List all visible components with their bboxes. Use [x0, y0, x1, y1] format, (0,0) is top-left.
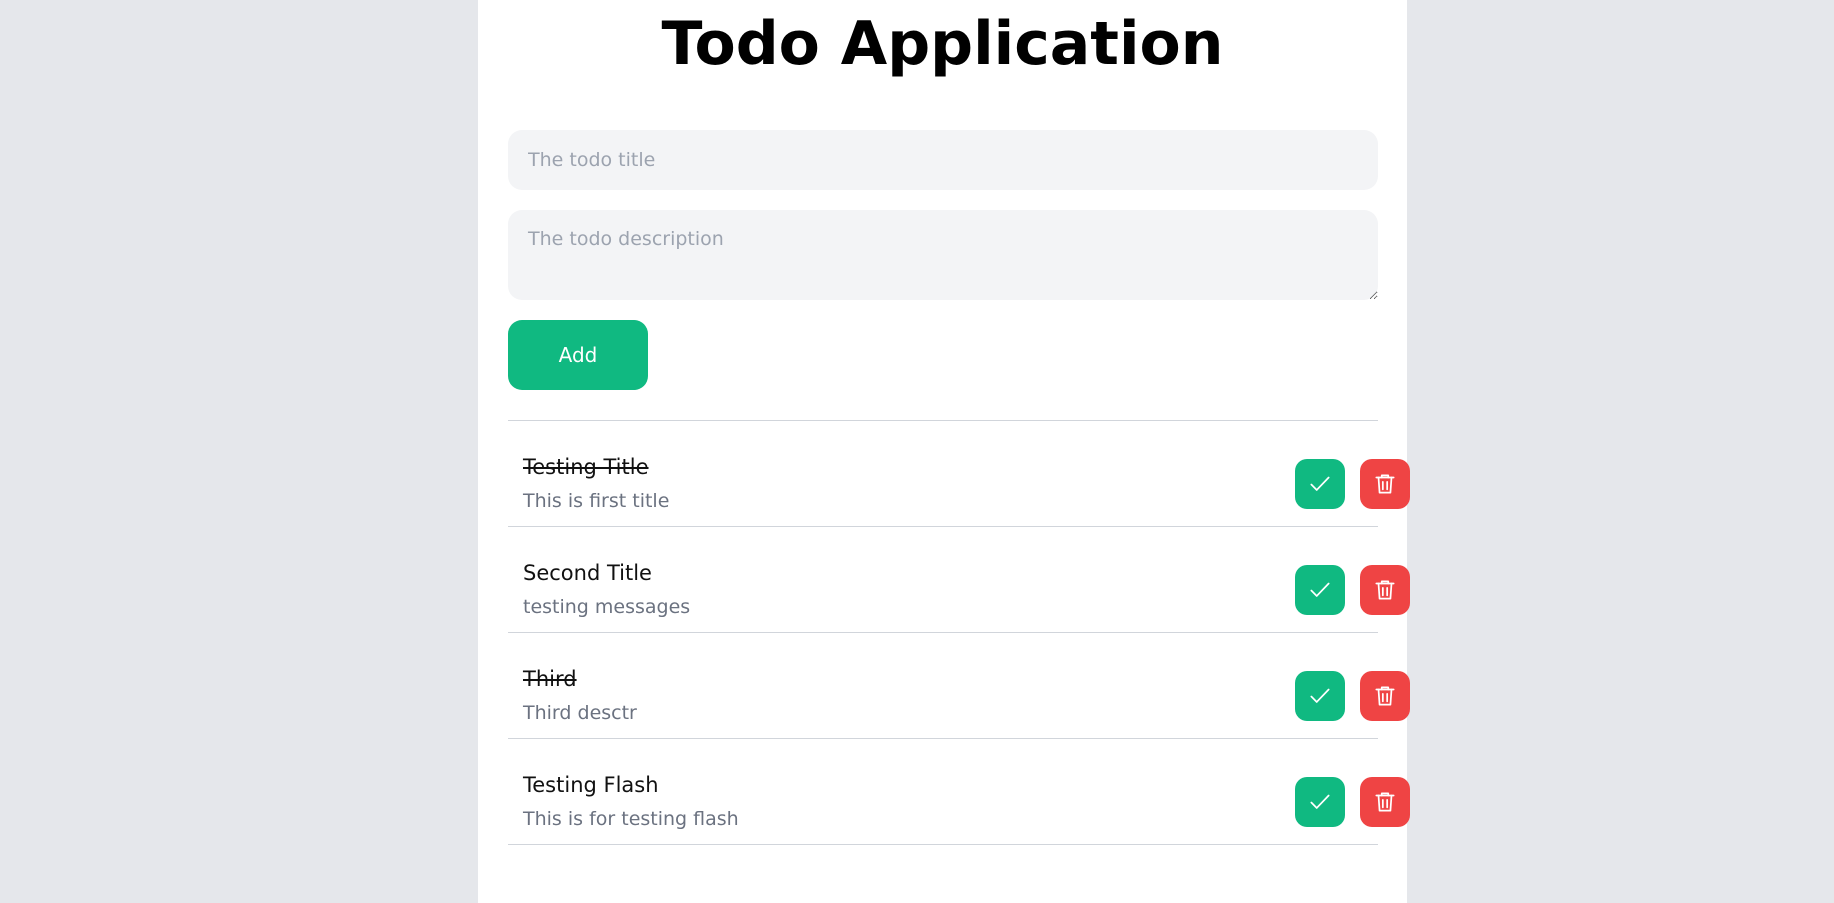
todo-description-input[interactable]	[508, 210, 1378, 300]
todo-item: Testing Flash This is for testing flash	[508, 739, 1410, 845]
todo-item: Third Third desctr	[508, 633, 1410, 739]
todo-item-description: testing messages	[523, 596, 691, 618]
check-icon	[1310, 688, 1330, 703]
todo-item: Testing Title This is first title	[508, 421, 1410, 527]
check-icon	[1310, 794, 1330, 809]
complete-button[interactable]	[1295, 459, 1345, 509]
trash-icon	[1375, 686, 1395, 706]
delete-button[interactable]	[1360, 671, 1410, 721]
todo-item-title: Testing Title	[523, 455, 649, 479]
todo-title-input[interactable]	[508, 130, 1378, 190]
check-icon	[1310, 582, 1330, 597]
complete-button[interactable]	[1295, 671, 1345, 721]
trash-icon	[1375, 792, 1395, 812]
add-button[interactable]: Add	[508, 320, 648, 390]
trash-icon	[1375, 580, 1395, 600]
todo-item-description: This is for testing flash	[523, 808, 739, 830]
check-icon	[1310, 476, 1330, 491]
delete-button[interactable]	[1360, 777, 1410, 827]
trash-icon	[1375, 474, 1395, 494]
todo-item-description: Third desctr	[523, 702, 637, 724]
complete-button[interactable]	[1295, 777, 1345, 827]
todo-item-title: Third	[523, 667, 577, 691]
todo-item-description: This is first title	[523, 490, 670, 512]
todo-item-title: Second Title	[523, 561, 652, 585]
page-title: Todo Application	[661, 9, 1224, 79]
delete-button[interactable]	[1360, 565, 1410, 615]
delete-button[interactable]	[1360, 459, 1410, 509]
todo-card: Todo Application Add Testing Title This …	[478, 0, 1410, 903]
todo-list: Testing Title This is first title Second…	[508, 420, 1410, 845]
todo-item: Second Title testing messages	[508, 527, 1410, 633]
todo-item-title: Testing Flash	[523, 773, 659, 797]
complete-button[interactable]	[1295, 565, 1345, 615]
